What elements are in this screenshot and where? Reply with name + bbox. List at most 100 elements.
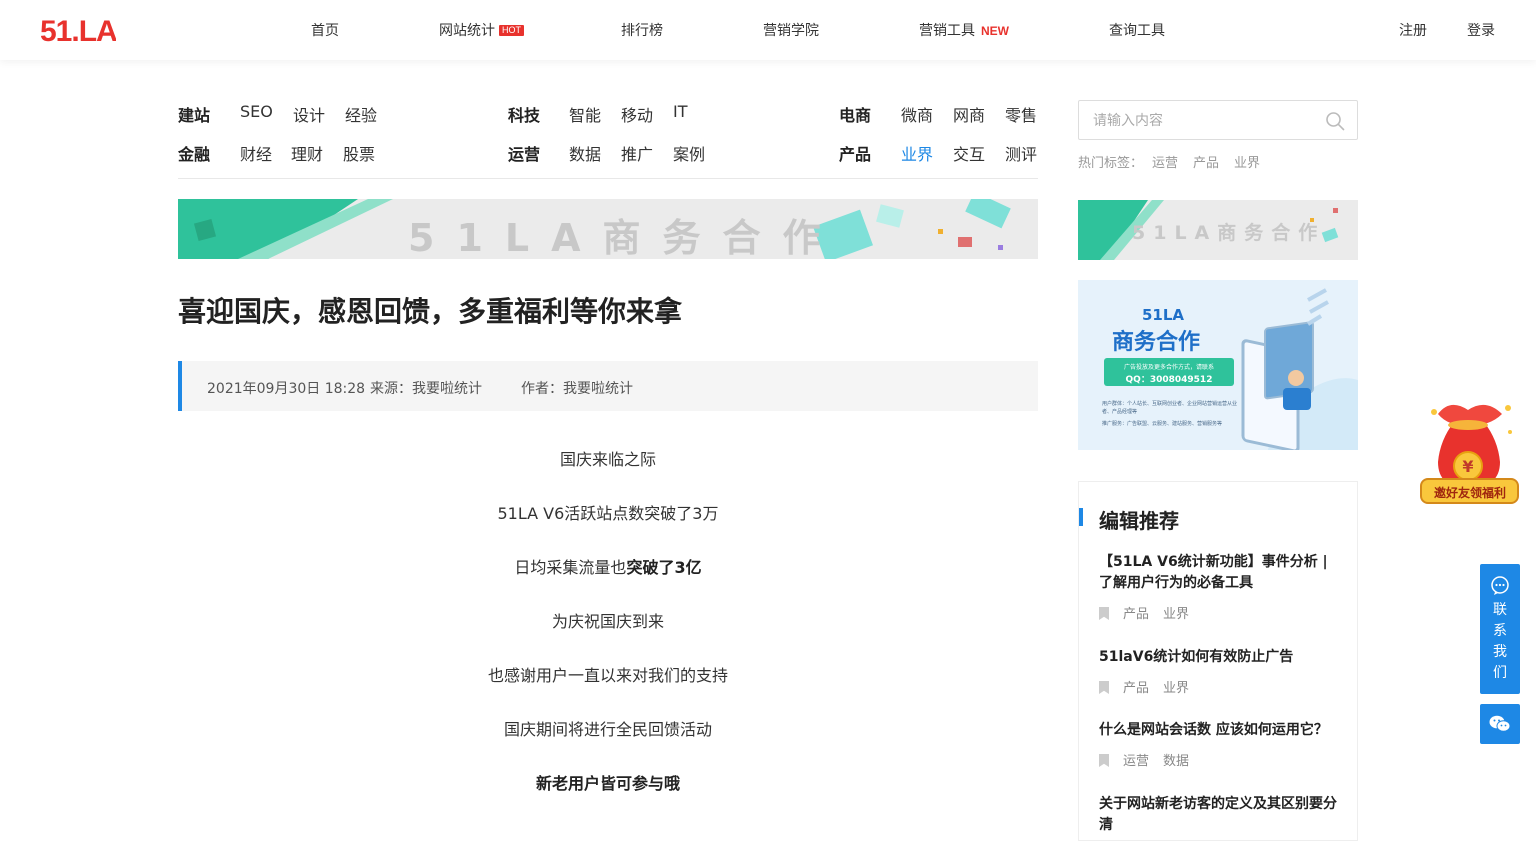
category-link-active[interactable]: 业界 — [901, 141, 933, 165]
paragraph-text: 国庆期间将进行全民回馈活动 — [503, 720, 712, 739]
paragraph-text: 国庆来临之际 — [559, 450, 656, 469]
nav-ranking[interactable]: 排行榜 — [621, 20, 663, 40]
paragraph-bold: 突破了3亿 — [626, 558, 702, 577]
nav-marketing-tools[interactable]: 营销工具 NEW — [919, 20, 1009, 40]
nav-marketing-tools-label: 营销工具 — [919, 23, 975, 39]
ad-desc: 用户群体：个人站长、互联网创业者、企业网站营销运营从业者、产品经理等 — [1102, 401, 1238, 415]
category-label[interactable]: 电商 — [839, 102, 871, 126]
category-link[interactable]: 移动 — [621, 102, 653, 126]
banner-text: 51LA商务合作 — [408, 216, 843, 259]
category-link[interactable]: 理财 — [291, 141, 323, 165]
logo-text: 51.LA — [40, 17, 116, 43]
ad-card[interactable]: 51LA 商务合作 广告投放及更多合作方式，请联系 QQ：3008049512 … — [1078, 280, 1358, 450]
business-banner[interactable]: 51LA商务合作 — [178, 199, 1038, 259]
contact-label: 联 系 我 们 — [1480, 600, 1520, 684]
invite-gift-widget[interactable]: ¥ 邀好友领福利 — [1420, 392, 1520, 507]
nav-site-stats[interactable]: 网站统计 HOT — [439, 20, 524, 40]
recommend-item-tags: 产品 业界 — [1099, 677, 1203, 696]
paragraph-text: 日均采集流量也 — [514, 558, 627, 577]
paragraph-text: 也感谢用户一直以来对我们的支持 — [487, 666, 728, 685]
recommend-accent-bar — [1079, 508, 1083, 526]
category-link[interactable]: 推广 — [621, 141, 653, 165]
article-paragraph: 也感谢用户一直以来对我们的支持 — [178, 662, 1038, 686]
svg-text:¥: ¥ — [1462, 457, 1473, 476]
wechat-button[interactable] — [1480, 704, 1520, 744]
side-banner-text: 51LA商务合作 — [1132, 222, 1326, 244]
hot-badge: HOT — [499, 25, 524, 36]
search-input[interactable] — [1093, 110, 1313, 132]
ad-line: 广告投放及更多合作方式，请联系 — [1123, 364, 1214, 371]
register-link[interactable]: 注册 — [1399, 20, 1427, 40]
article-paragraph: 新老用户皆可参与哦 — [178, 770, 1038, 794]
bookmark-icon — [1099, 681, 1109, 694]
category-link[interactable]: 交互 — [953, 141, 985, 165]
recommend-heading: 编辑推荐 — [1099, 509, 1179, 533]
ad-brand: 51LA — [1142, 306, 1185, 324]
hot-tag[interactable]: 产品 — [1193, 152, 1219, 171]
paragraph-bold: 新老用户皆可参与哦 — [535, 774, 680, 793]
recommend-tag[interactable]: 数据 — [1163, 754, 1189, 769]
category-label[interactable]: 运营 — [508, 141, 540, 165]
category-label[interactable]: 建站 — [178, 102, 210, 126]
recommend-tag[interactable]: 业界 — [1163, 681, 1189, 696]
category-link[interactable]: 测评 — [1005, 141, 1037, 165]
login-link[interactable]: 登录 — [1467, 20, 1495, 40]
hot-tag[interactable]: 运营 — [1152, 152, 1178, 171]
category-link[interactable]: 财经 — [240, 141, 272, 165]
nav-query-tools[interactable]: 查询工具 — [1109, 20, 1165, 40]
category-link[interactable]: 案例 — [673, 141, 705, 165]
paragraph-text: 为庆祝国庆到来 — [551, 612, 664, 631]
hot-tag[interactable]: 业界 — [1234, 152, 1260, 171]
nav-academy[interactable]: 营销学院 — [763, 20, 819, 40]
gift-label: 邀好友领福利 — [1433, 486, 1506, 500]
category-link[interactable]: 股票 — [343, 141, 375, 165]
category-link[interactable]: 零售 — [1005, 102, 1037, 126]
category-link[interactable]: 智能 — [569, 102, 601, 126]
side-business-banner[interactable]: 51LA商务合作 — [1078, 200, 1358, 260]
hot-tags-label: 热门标签： — [1078, 156, 1144, 171]
ad-qq: QQ：3008049512 — [1125, 375, 1213, 385]
recommend-item-title[interactable]: 关于网站新老访客的定义及其区别要分清 — [1099, 794, 1339, 836]
site-header: 51.LA 首页 网站统计 HOT 排行榜 营销学院 营销工具 NEW 查询工具 注… — [0, 0, 1536, 60]
chat-bubble-icon — [1491, 576, 1509, 595]
nav-home[interactable]: 首页 — [311, 20, 339, 40]
category-link[interactable]: 网商 — [953, 102, 985, 126]
recommend-item-title[interactable]: 51laV6统计如何有效防止广告 — [1099, 647, 1339, 668]
article-title: 喜迎国庆，感恩回馈，多重福利等你来拿 — [178, 295, 683, 328]
recommend-item-title[interactable]: 【51LA V6统计新功能】事件分析 | 了解用户行为的必备工具 — [1099, 552, 1339, 594]
contact-char: 我 — [1493, 644, 1507, 660]
contact-char: 联 — [1493, 602, 1507, 618]
category-divider — [178, 178, 1038, 179]
article-paragraph: 为庆祝国庆到来 — [178, 608, 1038, 632]
contact-us-button[interactable]: 联 系 我 们 — [1480, 564, 1520, 694]
category-link[interactable]: 设计 — [293, 102, 325, 126]
ad-desc: 推广服务：广告联盟、云服务、建站服务、营销服务等 — [1102, 421, 1223, 427]
article-paragraph: 国庆期间将进行全民回馈活动 — [178, 716, 1038, 740]
contact-char: 系 — [1493, 623, 1507, 639]
new-badge: NEW — [981, 24, 1009, 38]
search-icon[interactable] — [1325, 111, 1345, 131]
category-link[interactable]: SEO — [240, 102, 273, 121]
recommend-tag[interactable]: 产品 — [1123, 681, 1149, 696]
category-label[interactable]: 金融 — [178, 141, 210, 165]
recommend-item-tags: 运营 数据 — [1099, 750, 1203, 769]
recommend-tag[interactable]: 产品 — [1123, 607, 1149, 622]
article-author: 作者：我要啦统计 — [521, 381, 633, 397]
article-paragraph: 国庆来临之际 — [178, 446, 1038, 470]
category-link[interactable]: IT — [673, 102, 688, 121]
recommend-tag[interactable]: 运营 — [1123, 754, 1149, 769]
bookmark-icon — [1099, 754, 1109, 767]
article-paragraph: 日均采集流量也突破了3亿 — [178, 554, 1038, 578]
category-link[interactable]: 微商 — [901, 102, 933, 126]
logo-mark: 51.LA — [40, 17, 116, 43]
recommend-item-title[interactable]: 什么是网站会话数 应该如何运用它？ — [1099, 720, 1339, 741]
search-box — [1078, 100, 1358, 140]
category-label[interactable]: 科技 — [508, 102, 540, 126]
recommend-tag[interactable]: 业界 — [1163, 607, 1189, 622]
site-logo[interactable]: 51.LA — [40, 16, 116, 44]
recommend-item-tags: 产品 业界 — [1099, 603, 1203, 622]
category-link[interactable]: 数据 — [569, 141, 601, 165]
bookmark-icon — [1099, 607, 1109, 620]
category-link[interactable]: 经验 — [345, 102, 377, 126]
category-label[interactable]: 产品 — [839, 141, 871, 165]
